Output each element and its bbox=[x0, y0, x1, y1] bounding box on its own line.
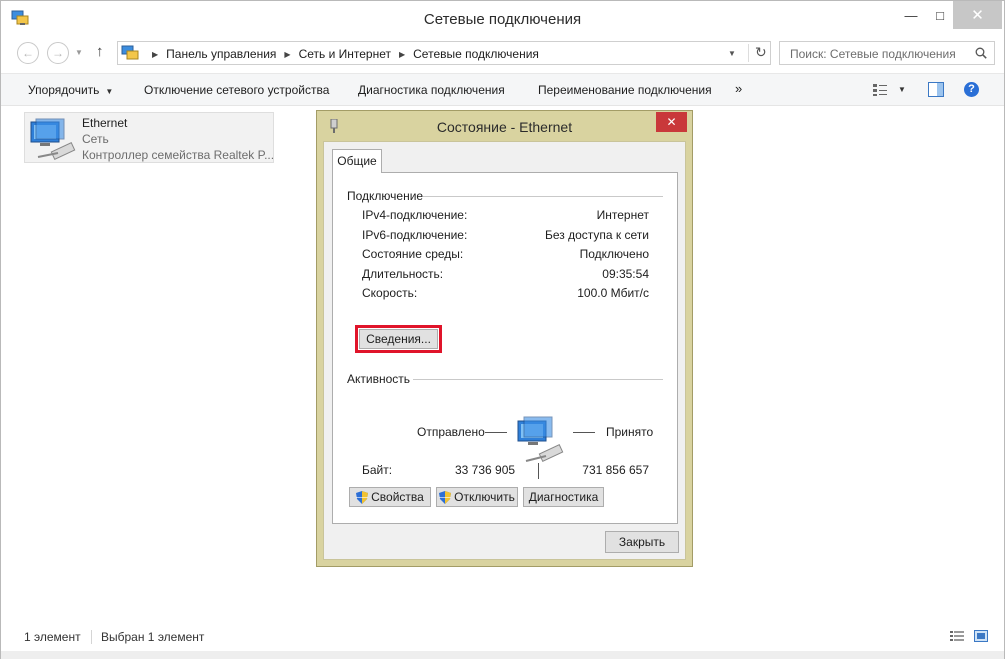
sent-dash bbox=[485, 432, 507, 433]
uac-shield-icon bbox=[356, 490, 369, 504]
arrow-right-icon: → bbox=[52, 46, 64, 60]
caret-down-icon: ▼ bbox=[105, 87, 114, 96]
title-bar: Сетевые подключения — □ ✕ bbox=[1, 1, 1004, 38]
ethernet-status-dialog: Состояние - Ethernet ✕ Общие Подключение… bbox=[316, 110, 693, 567]
diagnose-button[interactable]: Диагностика bbox=[523, 487, 604, 507]
bytes-sent-value: 33 736 905 bbox=[455, 463, 516, 477]
properties-button[interactable]: Свойства bbox=[349, 487, 431, 507]
dialog-body: Общие Подключение IPv4-подключение: Инте… bbox=[323, 141, 686, 560]
organize-label: Упорядочить bbox=[28, 83, 100, 97]
activity-divider bbox=[538, 463, 539, 479]
close-window-button[interactable]: ✕ bbox=[953, 1, 1002, 29]
window-title: Сетевые подключения bbox=[423, 11, 582, 28]
bytes-received-value: 731 856 657 bbox=[582, 463, 649, 477]
arrow-left-icon: ← bbox=[22, 46, 34, 60]
received-dash bbox=[573, 432, 595, 433]
media-state-value: Подключено bbox=[579, 247, 649, 261]
network-activity-icon bbox=[517, 416, 564, 462]
speed-label: Скорость: bbox=[362, 286, 418, 300]
back-button[interactable]: ← bbox=[17, 42, 39, 64]
duration-label: Длительность: bbox=[362, 267, 444, 281]
rename-connection-command[interactable]: Переименование подключения bbox=[538, 83, 712, 97]
diagnose-connection-command[interactable]: Диагностика подключения bbox=[358, 83, 505, 97]
ipv6-value: Без доступа к сети bbox=[545, 228, 649, 242]
forward-button[interactable]: → bbox=[47, 42, 69, 64]
item-count: 1 элемент bbox=[24, 630, 81, 644]
status-bar: 1 элемент Выбран 1 элемент bbox=[1, 626, 1004, 648]
network-adapter-icon bbox=[30, 118, 76, 160]
duration-value: 09:35:54 bbox=[602, 267, 649, 281]
control-panel-icon bbox=[121, 45, 139, 60]
ipv4-value: Интернет bbox=[596, 208, 649, 222]
activity-group-line bbox=[413, 379, 663, 380]
search-placeholder: Поиск: Сетевые подключения bbox=[790, 47, 956, 61]
address-bar[interactable]: ▶ Панель управления ▶ Сеть и Интернет ▶ … bbox=[117, 41, 771, 65]
large-icons-view-icon[interactable] bbox=[974, 630, 988, 642]
preview-pane-icon[interactable] bbox=[928, 82, 944, 97]
breadcrumb-network-connections[interactable]: Сетевые подключения bbox=[413, 47, 539, 61]
properties-label: Свойства bbox=[371, 490, 424, 504]
sent-label: Отправлено bbox=[417, 425, 485, 439]
connection-network: Сеть bbox=[82, 132, 109, 146]
dialog-title: Состояние - Ethernet bbox=[436, 119, 573, 135]
uac-shield-icon bbox=[439, 490, 452, 504]
received-label: Принято bbox=[606, 425, 654, 439]
disable-label: Отключить bbox=[454, 490, 515, 504]
activity-group-label: Активность bbox=[347, 372, 411, 386]
command-bar: Упорядочить ▼ Отключение сетевого устройс… bbox=[1, 73, 1004, 106]
search-icon bbox=[975, 47, 987, 59]
general-tab-panel: Подключение IPv4-подключение: Интернет I… bbox=[332, 172, 678, 524]
connection-group-label: Подключение bbox=[347, 189, 424, 203]
dialog-close-button[interactable]: ✕ bbox=[656, 112, 687, 132]
ethernet-connection-item[interactable]: Ethernet Сеть Контроллер семейства Realt… bbox=[24, 112, 274, 163]
refresh-icon[interactable]: ↻ bbox=[748, 44, 767, 62]
breadcrumb: ▶ Панель управления ▶ Сеть и Интернет ▶ … bbox=[144, 47, 539, 61]
search-input[interactable]: Поиск: Сетевые подключения bbox=[779, 41, 995, 65]
maximize-button[interactable]: □ bbox=[927, 1, 953, 29]
close-dialog-button[interactable]: Закрыть bbox=[605, 531, 679, 553]
disable-button[interactable]: Отключить bbox=[436, 487, 518, 507]
bytes-label: Байт: bbox=[362, 463, 393, 477]
address-row: ← → ▼ ↑ ▶ Панель управления ▶ Сеть и Инт… bbox=[1, 38, 1004, 70]
more-commands-button[interactable]: » bbox=[735, 81, 742, 96]
connection-group-line bbox=[413, 196, 663, 197]
arrow-up-icon: ↑ bbox=[96, 43, 104, 60]
minimize-button[interactable]: — bbox=[895, 1, 927, 29]
breadcrumb-separator-icon: ▶ bbox=[152, 49, 159, 59]
breadcrumb-network-internet[interactable]: Сеть и Интернет bbox=[299, 47, 391, 61]
tab-general[interactable]: Общие bbox=[332, 149, 382, 173]
dialog-title-bar: Состояние - Ethernet ✕ bbox=[317, 111, 692, 141]
window-bottom-edge bbox=[1, 651, 1004, 659]
organize-menu[interactable]: Упорядочить ▼ bbox=[28, 83, 113, 97]
help-icon[interactable]: ? bbox=[964, 82, 979, 97]
connection-adapter: Контроллер семейства Realtek P... bbox=[82, 148, 275, 162]
connection-name: Ethernet bbox=[82, 116, 128, 130]
up-button[interactable]: ↑ bbox=[96, 43, 104, 60]
speed-value: 100.0 Мбит/с bbox=[577, 286, 649, 300]
breadcrumb-separator-icon[interactable]: ▶ bbox=[399, 50, 405, 59]
status-divider bbox=[91, 630, 92, 644]
ipv4-label: IPv4-подключение: bbox=[362, 208, 468, 222]
ipv6-label: IPv6-подключение: bbox=[362, 228, 468, 242]
disable-device-command[interactable]: Отключение сетевого устройства bbox=[144, 83, 329, 97]
breadcrumb-control-panel[interactable]: Панель управления bbox=[166, 47, 276, 61]
view-options-caret-icon[interactable]: ▼ bbox=[898, 85, 906, 94]
address-history-chevron-icon[interactable]: ▼ bbox=[728, 49, 736, 58]
change-view-icon[interactable] bbox=[872, 83, 888, 97]
media-state-label: Состояние среды: bbox=[362, 247, 464, 261]
selected-count: Выбран 1 элемент bbox=[101, 630, 205, 644]
recent-locations-dropdown[interactable]: ▼ bbox=[75, 48, 83, 57]
details-view-icon[interactable] bbox=[950, 630, 964, 642]
breadcrumb-separator-icon[interactable]: ▶ bbox=[284, 50, 290, 59]
details-button[interactable]: Сведения... bbox=[359, 329, 438, 349]
